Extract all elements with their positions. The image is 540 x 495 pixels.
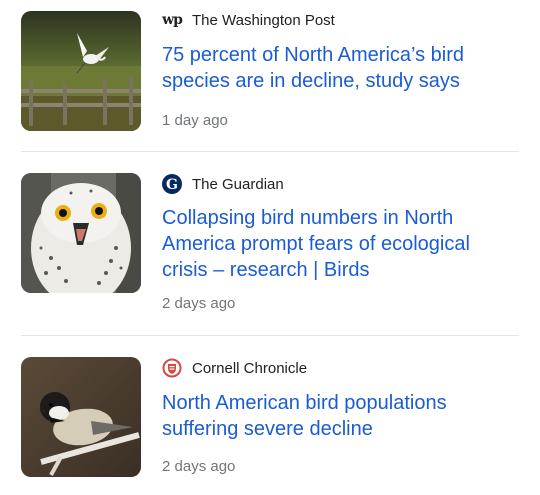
headline-link[interactable]: North American bird populations sufferin… xyxy=(162,390,512,442)
svg-text:G: G xyxy=(166,177,178,193)
egret-image xyxy=(21,11,141,131)
source-row: G The Guardian xyxy=(162,173,284,195)
divider xyxy=(21,335,519,336)
timestamp: 2 days ago xyxy=(162,295,236,312)
timestamp: 2 days ago xyxy=(162,458,236,475)
washington-post-logo-icon: wp xyxy=(162,12,183,28)
guardian-logo-icon: G xyxy=(162,174,182,194)
thumbnail-chickadee[interactable] xyxy=(21,357,141,477)
source-row: Cornell Chronicle xyxy=(162,357,307,379)
divider xyxy=(21,151,519,152)
thumbnail-snowy-owl[interactable] xyxy=(21,173,141,293)
source-row: wp The Washington Post xyxy=(162,9,335,31)
source-name: Cornell Chronicle xyxy=(192,359,308,377)
source-name: The Washington Post xyxy=(192,11,335,29)
snowy-owl-image xyxy=(21,173,141,293)
timestamp: 1 day ago xyxy=(162,112,228,129)
chickadee-image xyxy=(21,357,141,477)
source-name: The Guardian xyxy=(192,175,284,193)
headline-link[interactable]: Collapsing bird numbers in North America… xyxy=(162,205,512,283)
cornell-chronicle-logo-icon xyxy=(162,358,182,378)
thumbnail-egret[interactable] xyxy=(21,11,141,131)
headline-link[interactable]: 75 percent of North America’s bird speci… xyxy=(162,42,512,94)
